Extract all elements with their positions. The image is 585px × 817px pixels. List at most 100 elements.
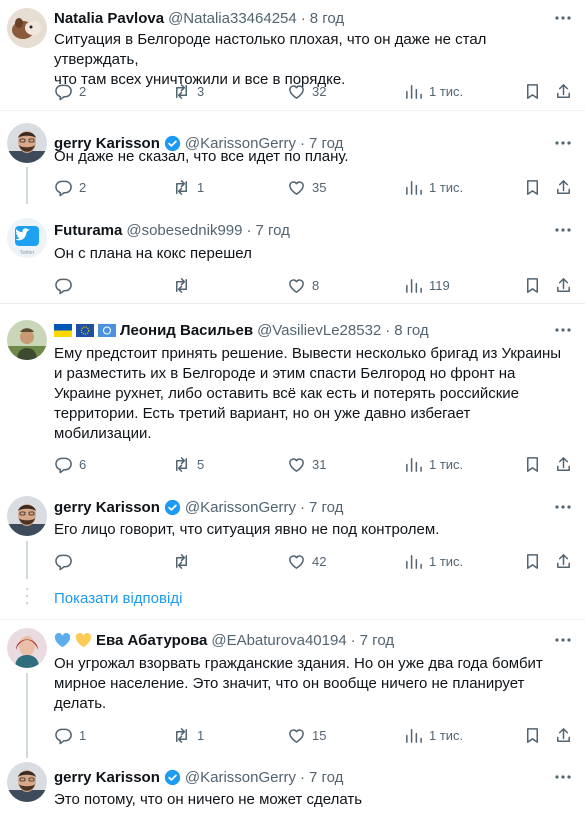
share-button[interactable] xyxy=(554,275,573,295)
like-button[interactable]: 31 xyxy=(287,454,326,474)
avatar[interactable] xyxy=(7,762,47,802)
avatar[interactable] xyxy=(7,628,47,668)
yellow-heart-icon xyxy=(75,632,92,647)
un-flag-icon xyxy=(98,323,116,337)
author-handle[interactable]: @KarissonGerry xyxy=(185,499,296,516)
timestamp[interactable]: 8 год xyxy=(310,10,344,27)
reply-button[interactable]: 2 xyxy=(54,81,86,101)
retweet-button[interactable]: 1 xyxy=(172,177,204,197)
more-icon[interactable] xyxy=(553,320,573,340)
tweet[interactable]: gerry Karisson @KarissonGerry · 7 год Он… xyxy=(0,111,585,204)
bookmark-button[interactable] xyxy=(523,275,542,295)
author-handle[interactable]: @EAbaturova40194 xyxy=(211,632,346,649)
reply-icon xyxy=(55,84,72,100)
avatar[interactable] xyxy=(7,320,47,360)
reply-button[interactable]: 6 xyxy=(54,454,86,474)
share-button[interactable] xyxy=(554,454,573,474)
views-button[interactable]: 119 xyxy=(404,275,450,295)
timestamp[interactable]: 7 год xyxy=(309,769,343,786)
tweet[interactable]: Twitter Futurama @sobesednik999 · 7 год … xyxy=(0,204,585,304)
bookmark-button[interactable] xyxy=(523,551,542,571)
timestamp[interactable]: 7 год xyxy=(255,222,289,239)
timestamp[interactable]: 7 год xyxy=(360,632,394,649)
retweet-button[interactable]: 5 xyxy=(172,454,204,474)
reply-button[interactable] xyxy=(54,551,79,571)
reply-button[interactable] xyxy=(54,275,79,295)
bookmark-icon xyxy=(526,83,539,99)
action-bar: 2 3 32 1 тис. xyxy=(54,81,574,101)
share-button[interactable] xyxy=(554,177,573,197)
bookmark-icon xyxy=(526,553,539,569)
author-name[interactable]: Futurama xyxy=(54,222,122,239)
avatar[interactable] xyxy=(7,8,47,48)
author-handle[interactable]: @VasilievLe28532 xyxy=(257,322,381,339)
retweet-button[interactable]: 3 xyxy=(172,81,204,101)
tweet[interactable]: Ева Абатурова @EAbaturova40194 · 7 год О… xyxy=(0,620,585,758)
tweet[interactable]: gerry Karisson @KarissonGerry · 7 год Эт… xyxy=(0,758,585,817)
tweet-text: Ему предстоит принять решение. Вывести н… xyxy=(54,345,562,442)
author-name[interactable]: gerry Karisson xyxy=(54,499,160,516)
timestamp[interactable]: 8 год xyxy=(394,322,428,339)
reply-button[interactable]: 2 xyxy=(54,177,86,197)
author-handle[interactable]: @KarissonGerry xyxy=(185,769,296,786)
tweet[interactable]: Леонид Васильев @VasilievLe28532 · 8 год… xyxy=(0,308,585,484)
reply-icon xyxy=(55,278,72,294)
author-name[interactable]: gerry Karisson xyxy=(54,769,160,786)
tweet-header: Ева Абатурова @EAbaturova40194 · 7 год xyxy=(54,630,394,650)
retweet-button[interactable]: 1 xyxy=(172,725,204,745)
avatar[interactable] xyxy=(7,123,47,163)
retweet-button[interactable] xyxy=(172,551,197,571)
share-button[interactable] xyxy=(554,551,573,571)
author-name[interactable]: Ева Абатурова xyxy=(96,632,207,649)
like-button[interactable]: 35 xyxy=(287,177,326,197)
author-handle[interactable]: @Natalia33464254 xyxy=(168,10,297,27)
author-name[interactable]: Леонид Васильев xyxy=(120,322,253,339)
author-handle[interactable]: @sobesednik999 xyxy=(126,222,242,239)
views-icon xyxy=(406,278,422,293)
like-button[interactable]: 15 xyxy=(287,725,326,745)
like-button[interactable]: 42 xyxy=(287,551,326,571)
bookmark-button[interactable] xyxy=(523,454,542,474)
bookmark-button[interactable] xyxy=(523,725,542,745)
more-icon[interactable] xyxy=(553,220,573,240)
like-count: 32 xyxy=(312,83,327,99)
retweet-count: 5 xyxy=(197,456,205,472)
more-icon[interactable] xyxy=(553,8,573,28)
more-icon[interactable] xyxy=(553,630,573,650)
views-button[interactable]: 1 тис. xyxy=(404,454,463,474)
share-button[interactable] xyxy=(554,81,573,101)
show-replies-link[interactable]: Показати відповіді xyxy=(54,590,182,607)
tweet[interactable]: gerry Karisson @KarissonGerry · 7 год Ег… xyxy=(0,484,585,580)
avatar[interactable]: Twitter xyxy=(7,218,47,258)
share-button[interactable] xyxy=(554,725,573,745)
views-button[interactable]: 1 тис. xyxy=(404,725,463,745)
retweet-button[interactable] xyxy=(172,275,197,295)
views-count: 1 тис. xyxy=(429,553,464,569)
reply-count: 6 xyxy=(79,456,87,472)
tweet[interactable]: Natalia Pavlova @Natalia33464254 · 8 год… xyxy=(0,0,585,111)
like-button[interactable]: 32 xyxy=(287,81,326,101)
bookmark-icon xyxy=(526,179,539,195)
more-icon[interactable] xyxy=(553,767,573,787)
views-count: 1 тис. xyxy=(429,727,464,743)
author-name[interactable]: Natalia Pavlova xyxy=(54,10,164,27)
separator-dot: · xyxy=(246,221,252,239)
reply-icon xyxy=(55,554,72,570)
views-button[interactable]: 1 тис. xyxy=(404,81,463,101)
views-button[interactable]: 1 тис. xyxy=(404,551,463,571)
tweet-text: Он даже не сказал, что все идет по плану… xyxy=(54,148,349,165)
timestamp[interactable]: 7 год xyxy=(309,499,343,516)
reply-button[interactable]: 1 xyxy=(54,725,86,745)
bookmark-button[interactable] xyxy=(523,81,542,101)
views-count: 1 тис. xyxy=(429,179,464,195)
bookmark-icon xyxy=(526,456,539,472)
action-bar: 1 1 15 1 тис. xyxy=(54,725,574,745)
views-button[interactable]: 1 тис. xyxy=(404,177,463,197)
bookmark-button[interactable] xyxy=(523,177,542,197)
avatar[interactable] xyxy=(7,496,47,536)
more-icon[interactable] xyxy=(553,497,573,517)
like-button[interactable]: 8 xyxy=(287,275,319,295)
share-icon xyxy=(557,83,570,98)
tweet-text: Это потому, что он ничего не может сдела… xyxy=(54,791,363,808)
views-icon xyxy=(406,554,422,569)
